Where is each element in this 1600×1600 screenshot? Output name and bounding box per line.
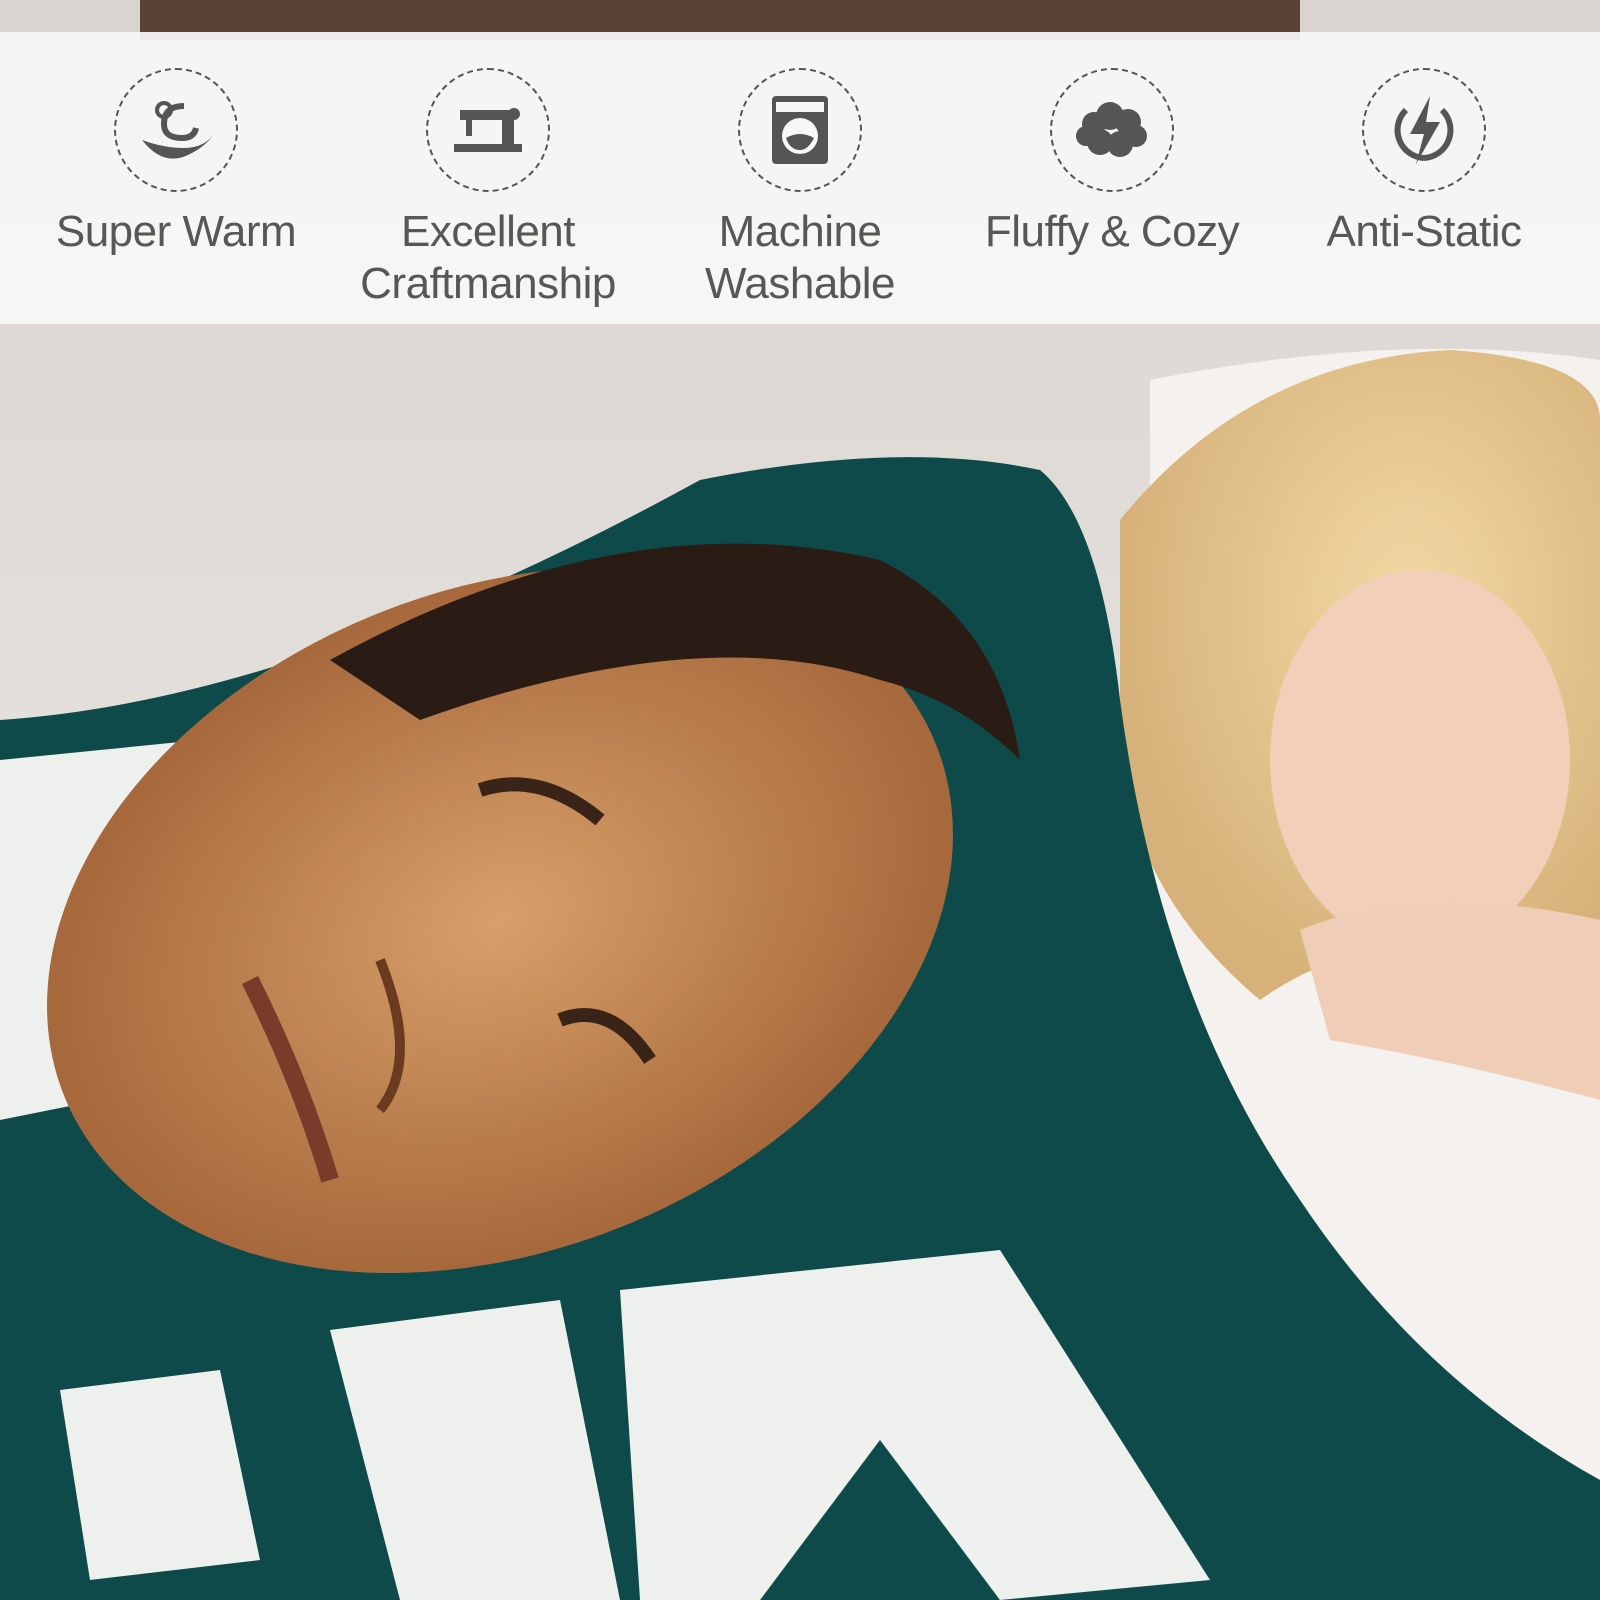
- feature-fluffy-cozy: Fluffy & Cozy: [977, 32, 1247, 258]
- feature-label: Fluffy & Cozy: [984, 207, 1240, 256]
- sewing-machine-icon: [426, 68, 550, 192]
- feature-anti-static: Anti-Static: [1289, 32, 1559, 258]
- washing-machine-icon: [738, 68, 862, 192]
- feature-label: Machine Washable: [704, 207, 896, 308]
- feature-craftmanship: Excellent Craftmanship: [353, 32, 623, 310]
- feature-super-warm: Super Warm: [41, 32, 311, 258]
- feature-banner: Super Warm Excellent Craftmanship Machin…: [0, 32, 1600, 324]
- feature-label: Anti-Static: [1326, 207, 1522, 256]
- feature-label: Excellent Craftmanship: [360, 207, 616, 308]
- feature-machine-washable: Machine Washable: [665, 32, 935, 310]
- feature-label: Super Warm: [55, 207, 297, 256]
- cloud-icon: [1050, 68, 1174, 192]
- lightning-icon: [1362, 68, 1486, 192]
- warm-icon: [114, 68, 238, 192]
